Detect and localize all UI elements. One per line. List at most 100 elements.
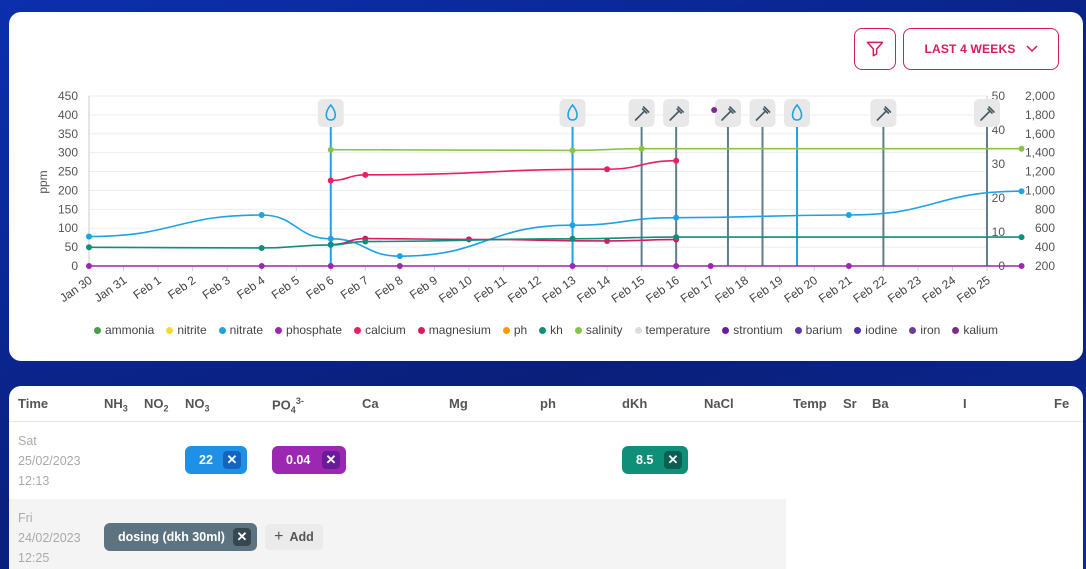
legend-item-strontium[interactable]: strontium bbox=[722, 322, 783, 338]
legend-label: kh bbox=[550, 323, 563, 337]
y-right-tick-label: 1,000 bbox=[1025, 183, 1055, 197]
data-point-nitrate bbox=[86, 233, 92, 240]
series-line-nitrate bbox=[88, 190, 1022, 257]
data-point-kh bbox=[327, 241, 334, 248]
x-tick-label: Feb 24 bbox=[920, 273, 959, 306]
legend-item-temperature[interactable]: temperature bbox=[634, 322, 710, 338]
data-point-kh bbox=[86, 244, 92, 251]
add-button[interactable]: + Add bbox=[265, 524, 323, 550]
x-tick-label: Feb 8 bbox=[372, 273, 405, 302]
close-icon[interactable]: ✕ bbox=[233, 528, 251, 546]
header-nacl: NaCl bbox=[704, 396, 734, 411]
data-point-phosphate bbox=[707, 263, 714, 269]
data-point-salinity bbox=[327, 146, 334, 153]
legend-dot-icon bbox=[909, 326, 917, 334]
event-marker bbox=[317, 99, 344, 127]
data-point-kh bbox=[1018, 234, 1025, 241]
y-left-tick-label: 300 bbox=[58, 146, 78, 160]
data-point-kh bbox=[569, 235, 576, 242]
legend-dot-icon bbox=[502, 326, 510, 334]
dkh-value-chip[interactable]: 8.5 ✕ bbox=[622, 446, 688, 474]
legend-item-nitrite[interactable]: nitrite bbox=[166, 322, 207, 338]
legend-item-kalium[interactable]: kalium bbox=[952, 322, 998, 338]
plus-icon: + bbox=[274, 528, 284, 545]
y-mid-tick-label: 30 bbox=[992, 157, 1006, 171]
legend-item-iodine[interactable]: iodine bbox=[854, 322, 897, 338]
legend-item-kh[interactable]: kh bbox=[539, 322, 563, 338]
x-tick-label: Feb 14 bbox=[574, 273, 613, 306]
header-mg: Mg bbox=[449, 396, 468, 411]
x-tick-label: Feb 10 bbox=[436, 273, 475, 306]
x-tick-label: Feb 13 bbox=[540, 273, 579, 306]
legend-item-nitrate[interactable]: nitrate bbox=[218, 322, 263, 338]
po4-value-chip[interactable]: 0.04 ✕ bbox=[272, 446, 346, 474]
x-tick-label: Feb 23 bbox=[885, 273, 924, 306]
data-point-nitrate bbox=[1018, 188, 1025, 195]
data-point-kh bbox=[673, 234, 680, 241]
data-point-phosphate bbox=[86, 263, 92, 269]
x-tick-label: Feb 22 bbox=[850, 273, 889, 306]
event-marker bbox=[559, 99, 586, 127]
x-tick-label: Feb 15 bbox=[609, 273, 648, 306]
close-icon[interactable]: ✕ bbox=[322, 451, 340, 469]
x-tick-label: Feb 4 bbox=[234, 273, 267, 302]
y-left-tick-label: 0 bbox=[71, 259, 78, 273]
legend-item-barium[interactable]: barium bbox=[794, 322, 842, 338]
header-no2: NO2 bbox=[144, 396, 169, 414]
header-no3: NO3 bbox=[185, 396, 210, 414]
legend-dot-icon bbox=[952, 326, 960, 334]
data-point-phosphate bbox=[1018, 263, 1025, 269]
data-point-phosphate bbox=[396, 263, 403, 269]
header-po4: PO43- bbox=[272, 396, 304, 415]
y-left-tick-label: 400 bbox=[58, 108, 78, 122]
close-icon[interactable]: ✕ bbox=[664, 451, 682, 469]
chart-card: LAST 4 WEEKS 450 400 350 300 250 200 150 100 50 0… bbox=[9, 12, 1083, 361]
y-right-tick-label: 1,800 bbox=[1025, 108, 1055, 122]
data-point-nitrate bbox=[396, 253, 403, 260]
x-tick-label: Feb 18 bbox=[712, 273, 751, 306]
y-right-tick-label: 1,600 bbox=[1025, 127, 1055, 141]
series-line-kh bbox=[88, 236, 1022, 249]
legend-item-salinity[interactable]: salinity bbox=[574, 322, 623, 338]
legend-item-magnesium[interactable]: magnesium bbox=[417, 322, 491, 338]
x-tick-label: Feb 11 bbox=[471, 273, 509, 306]
data-point-calcium bbox=[604, 166, 611, 173]
table-row[interactable]: Sat 25/02/2023 12:13 22 ✕ 0.04 ✕ 8.5 ✕ bbox=[9, 422, 1083, 499]
y-right-tick-label: 200 bbox=[1035, 259, 1055, 273]
data-point-nitrate bbox=[845, 212, 852, 218]
data-point-phosphate bbox=[258, 263, 265, 269]
legend-item-ammonia[interactable]: ammonia bbox=[93, 322, 154, 338]
legend-item-iron[interactable]: iron bbox=[909, 322, 940, 338]
x-tick-label: Feb 3 bbox=[200, 273, 233, 302]
y-left-tick-label: 50 bbox=[65, 240, 79, 254]
legend-item-calcium[interactable]: calcium bbox=[354, 322, 406, 338]
data-point-nitrate bbox=[327, 235, 334, 242]
data-point-nitrate bbox=[673, 214, 680, 221]
legend-dot-icon bbox=[794, 326, 802, 334]
data-point-kh bbox=[258, 244, 265, 251]
y-left-tick-label: 150 bbox=[58, 202, 78, 216]
data-point-phosphate bbox=[673, 263, 680, 269]
legend-label: salinity bbox=[585, 323, 623, 337]
data-point-strontium bbox=[711, 107, 718, 113]
dosing-event-chip[interactable]: dosing (dkh 30ml) ✕ bbox=[104, 523, 257, 551]
x-tick-label: Feb 16 bbox=[643, 273, 682, 306]
y-right-tick-label: 1,400 bbox=[1025, 146, 1055, 160]
legend-item-ph[interactable]: ph bbox=[502, 322, 527, 338]
data-point-calcium bbox=[673, 157, 680, 164]
legend-label: iodine bbox=[865, 323, 898, 337]
x-tick-label: Feb 2 bbox=[165, 273, 198, 302]
legend-dot-icon bbox=[722, 326, 730, 334]
x-tick-label: Feb 5 bbox=[269, 273, 302, 302]
y-right-tick-label: 400 bbox=[1035, 240, 1055, 254]
x-tick-label: Feb 21 bbox=[816, 273, 855, 306]
y-left-tick-label: 250 bbox=[58, 165, 78, 179]
close-icon[interactable]: ✕ bbox=[223, 451, 241, 469]
header-ph: ph bbox=[540, 396, 556, 411]
header-dkh: dKh bbox=[622, 396, 648, 411]
table-row[interactable]: Fri 24/02/2023 12:25 dosing (dkh 30ml) ✕… bbox=[9, 499, 786, 569]
no3-value-chip[interactable]: 22 ✕ bbox=[185, 446, 247, 474]
legend-dot-icon bbox=[93, 326, 101, 334]
legend-item-phosphate[interactable]: phosphate bbox=[275, 322, 342, 338]
data-point-nitrate bbox=[569, 222, 576, 229]
